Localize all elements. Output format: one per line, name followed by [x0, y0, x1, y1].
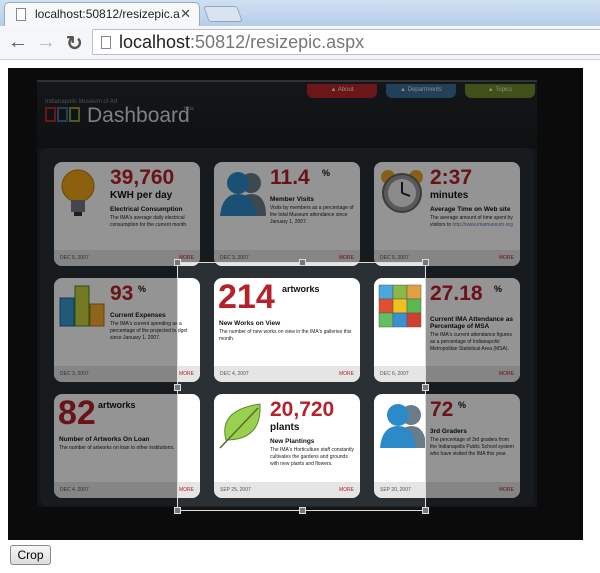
metric-description: The percentage of 3rd graders from the I… — [430, 437, 514, 458]
crop-selection[interactable] — [174, 259, 429, 514]
metric-description: The number of artworks on loan to other … — [59, 445, 194, 452]
more-link[interactable]: MORE — [499, 487, 514, 493]
metric-title: Average Time on Web site — [430, 206, 511, 213]
metric-unit: % — [494, 284, 503, 294]
metric-description: Visits by members as a percentage of the… — [270, 205, 354, 226]
metric-value: 27.18 — [430, 282, 483, 305]
departments-tab[interactable]: ▲ Departments — [386, 84, 456, 98]
clock-icon — [378, 168, 426, 221]
new-tab-button[interactable] — [203, 6, 243, 22]
url-host: localhost — [119, 32, 191, 52]
metric-title: Current IMA Attendance as Percentage of … — [430, 316, 513, 330]
lightbulb-icon — [58, 168, 98, 223]
more-link[interactable]: MORE — [499, 255, 514, 261]
metric-title: Number of Artworks On Loan — [59, 436, 150, 443]
description-text: The IMA's average daily electrical consu… — [110, 215, 188, 228]
metric-value: 39,760 — [110, 166, 175, 189]
metric-description: The IMA's current attendance figures as … — [430, 332, 514, 353]
crop-handle-nw[interactable] — [174, 259, 181, 266]
back-icon[interactable]: ← — [8, 31, 28, 54]
crop-handle-sw[interactable] — [174, 507, 181, 514]
metric-description: The IMA's average daily electrical consu… — [110, 215, 194, 229]
dashboard-image: Indianapolis Museum of Art Dashboard bet… — [37, 80, 537, 514]
description-text: The IMA's current attendance figures as … — [430, 332, 512, 352]
more-link[interactable]: MORE — [179, 255, 194, 261]
metric-value: 72 — [430, 398, 454, 421]
crop-handle-s[interactable] — [299, 507, 306, 514]
metric-description: The average amount of time spent by visi… — [430, 215, 514, 229]
website-link[interactable]: http://www.imamuseum.org — [453, 222, 513, 228]
card-date: DEC 3, 2007 — [220, 255, 249, 261]
metric-value: 93 — [110, 282, 134, 305]
description-text: The percentage of 3rd graders from the I… — [430, 437, 514, 457]
browser-tab[interactable]: localhost:50812/resizepic.a ✕ — [4, 2, 200, 26]
page-icon — [101, 36, 111, 49]
card-date: DEC 3, 2007 — [60, 371, 89, 377]
metric-unit: % — [138, 284, 147, 294]
description-text: Visits by members as a percentage of the… — [270, 205, 354, 225]
metric-value: 82 — [58, 394, 96, 432]
metric-unit: artworks — [98, 400, 136, 410]
description-text: The IMA's current spending as a percenta… — [110, 321, 188, 341]
metric-card: 11.4% Member Visits Visits by members as a… — [214, 162, 360, 266]
card-date: DEC 6, 2007 — [60, 255, 89, 261]
close-tab-icon[interactable]: ✕ — [180, 6, 191, 22]
about-tab[interactable]: ▲ About — [307, 84, 377, 98]
metric-unit: KWH per day — [110, 190, 173, 201]
beta-label: beta — [184, 106, 194, 112]
tab-title: localhost:50812/resizepic.a — [35, 7, 180, 21]
url-path: :50812/resizepic.aspx — [190, 32, 365, 52]
crop-handle-n[interactable] — [299, 259, 306, 266]
card-date: DEC 4, 2007 — [60, 487, 89, 493]
bar-chart-icon — [58, 284, 106, 333]
more-link[interactable]: MORE — [499, 371, 514, 377]
page-icon — [16, 8, 26, 21]
crop-handle-e[interactable] — [422, 384, 429, 391]
card-date: DEC 6, 2007 — [380, 255, 409, 261]
metric-card: 2:37 minutes Average Time on Web site The a… — [374, 162, 520, 266]
dashboard-header: Indianapolis Museum of Art Dashboard bet… — [37, 82, 537, 148]
ima-logo — [45, 107, 80, 122]
metric-unit: minutes — [430, 190, 469, 201]
topics-tab[interactable]: ▲ Topics — [465, 84, 535, 98]
crop-handle-se[interactable] — [422, 507, 429, 514]
metric-value: 11.4 — [270, 166, 310, 189]
address-bar[interactable]: localhost:50812/resizepic.aspx — [92, 29, 600, 55]
metric-unit: % — [458, 400, 467, 410]
metric-title: 3rd Graders — [430, 428, 467, 435]
people-icon — [218, 168, 268, 223]
crop-handle-ne[interactable] — [422, 259, 429, 266]
reload-icon[interactable]: ↻ — [66, 31, 83, 56]
browser-toolbar: ← → ↻ localhost:50812/resizepic.aspx — [0, 26, 600, 60]
crop-button[interactable]: Crop — [10, 545, 51, 565]
metric-card: 39,760 KWH per day Electrical Consumption T… — [54, 162, 200, 266]
more-link[interactable]: MORE — [339, 255, 354, 261]
image-canvas: Indianapolis Museum of Art Dashboard bet… — [8, 68, 583, 540]
metric-value: 2:37 — [430, 166, 473, 189]
crop-handle-w[interactable] — [174, 384, 181, 391]
forward-icon[interactable]: → — [36, 31, 56, 54]
metric-title: Electrical Consumption — [110, 206, 183, 213]
metric-title: Member Visits — [270, 196, 314, 203]
metric-unit: % — [322, 168, 331, 178]
description-text: The number of artworks on loan to other … — [59, 445, 175, 451]
browser-tab-bar: localhost:50812/resizepic.a ✕ — [0, 0, 600, 26]
dashboard-title: Dashboard — [87, 104, 190, 127]
